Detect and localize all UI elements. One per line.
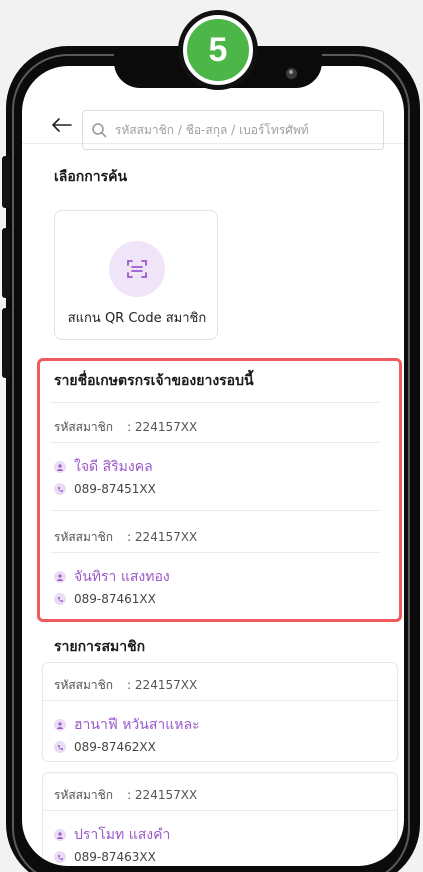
search-field[interactable] (82, 110, 384, 150)
qr-scan-icon (127, 260, 147, 278)
scan-qr-button[interactable]: สแกน QR Code สมาชิก (54, 210, 218, 340)
step-number: 5 (183, 15, 253, 85)
member-id-value: : 224157XX (127, 788, 198, 802)
member-phone: 089-87462XX (74, 740, 156, 754)
member-name: ปราโมท แสงคำ (74, 827, 171, 843)
search-options-title: เลือกการค้น (54, 169, 128, 185)
side-button-mute (2, 156, 10, 208)
member-id-row: รหัสสมาชิก : 224157XX (54, 786, 197, 805)
step-badge: 5 (178, 10, 258, 90)
phone-icon (54, 741, 66, 753)
divider (42, 810, 398, 811)
back-arrow-icon[interactable] (52, 118, 72, 132)
scan-icon-background (109, 241, 165, 297)
side-button-volume-down (2, 308, 10, 378)
member-id-label: รหัสสมาชิก (54, 678, 114, 692)
member-id-row: รหัสสมาชิก : 224157XX (54, 676, 197, 695)
member-phone: 089-87463XX (74, 850, 156, 864)
member-phone-row: 089-87463XX (54, 850, 156, 864)
camera-icon (286, 68, 297, 79)
member-name-row[interactable]: ปราโมท แสงคำ (54, 824, 170, 846)
member-phone-row: 089-87462XX (54, 740, 156, 754)
member-name: ฮานาฟี หวันสาแหละ (74, 717, 200, 733)
search-input[interactable] (115, 123, 375, 137)
member-id-value: : 224157XX (127, 678, 198, 692)
divider (42, 700, 398, 701)
phone-icon (54, 851, 66, 863)
search-bar (22, 88, 404, 150)
search-icon (92, 123, 107, 138)
highlight-box (37, 358, 402, 622)
side-button-volume-up (2, 228, 10, 298)
scan-qr-label: สแกน QR Code สมาชิก (67, 311, 207, 326)
members-title: รายการสมาชิก (54, 639, 146, 655)
member-id-label: รหัสสมาชิก (54, 788, 114, 802)
person-icon (54, 719, 66, 731)
person-icon (54, 829, 66, 841)
app-screen: เลือกการค้น สแกน QR Code สมาชิก รายชื่อเ… (22, 66, 404, 866)
member-name-row[interactable]: ฮานาฟี หวันสาแหละ (54, 714, 200, 736)
